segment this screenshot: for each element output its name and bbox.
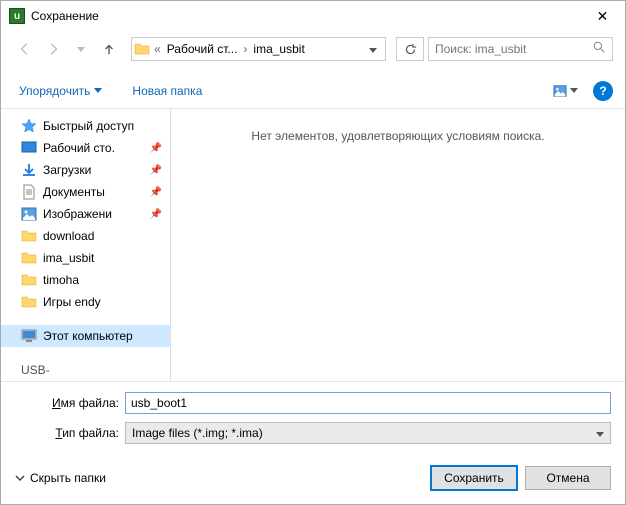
filename-row: Имя файла: [15, 392, 611, 414]
sidebar-quick-access[interactable]: Быстрый доступ [1, 115, 170, 137]
star-icon [21, 118, 37, 134]
up-button[interactable] [97, 37, 121, 61]
sidebar-item-label: Загрузки [43, 163, 91, 177]
filetype-label: Тип файла: [15, 426, 119, 440]
sidebar-item-desktop[interactable]: Рабочий сто. 📌 [1, 137, 170, 159]
new-folder-button[interactable]: Новая папка [126, 80, 208, 102]
organize-button[interactable]: Упорядочить [13, 80, 108, 102]
pin-icon: 📌 [150, 165, 162, 176]
sidebar-item-pictures[interactable]: Изображени 📌 [1, 203, 170, 225]
quick-access-label: Быстрый доступ [43, 119, 134, 133]
pin-icon: 📌 [150, 209, 162, 220]
sidebar-item-timoha[interactable]: timoha [1, 269, 170, 291]
folder-icon [21, 294, 37, 310]
sidebar-item-label: timoha [43, 273, 79, 287]
sidebar-item-label: ima_usbit [43, 251, 94, 265]
view-options-button[interactable] [548, 81, 583, 101]
desktop-icon [21, 140, 37, 156]
back-button[interactable] [13, 37, 37, 61]
sidebar-item-download[interactable]: download [1, 225, 170, 247]
hide-folders-button[interactable]: Скрыть папки [15, 471, 106, 485]
file-list-area: Нет элементов, удовлетворяющих условиям … [171, 109, 625, 381]
address-bar[interactable]: « Рабочий ст... › ima_usbit [131, 37, 386, 61]
search-input[interactable] [435, 42, 593, 56]
downloads-icon [21, 162, 37, 178]
main-area: Быстрый доступ Рабочий сто. 📌 Загрузки 📌… [1, 109, 625, 381]
close-button[interactable]: ✕ [580, 1, 625, 31]
sidebar-item-ima-usbit[interactable]: ima_usbit [1, 247, 170, 269]
breadcrumb-2[interactable]: ima_usbit [251, 42, 306, 56]
titlebar: u Сохранение ✕ [1, 1, 625, 31]
crumb-sep-icon: › [241, 42, 249, 56]
chevron-down-icon [570, 88, 578, 93]
usb-label: USB- [21, 363, 50, 377]
pin-icon: 📌 [150, 187, 162, 198]
sidebar-item-label: Изображени [43, 207, 112, 221]
breadcrumb-1[interactable]: Рабочий ст... [165, 42, 240, 56]
sidebar-item-games-endy[interactable]: Игры endy [1, 291, 170, 313]
folder-icon [21, 250, 37, 266]
address-dropdown-icon[interactable] [363, 42, 383, 56]
filetype-value: Image files (*.img; *.ima) [132, 426, 263, 440]
app-icon: u [9, 8, 25, 24]
window-title: Сохранение [31, 9, 580, 23]
folder-icon [21, 228, 37, 244]
pictures-icon [21, 206, 37, 222]
help-button[interactable]: ? [593, 81, 613, 101]
empty-message: Нет элементов, удовлетворяющих условиям … [251, 129, 544, 143]
chevron-down-icon [596, 426, 604, 440]
footer: Скрыть папки Сохранить Отмена [1, 456, 625, 504]
sidebar-item-label: download [43, 229, 94, 243]
new-folder-label: Новая папка [132, 84, 202, 98]
documents-icon [21, 184, 37, 200]
filetype-combo[interactable]: Image files (*.img; *.ima) [125, 422, 611, 444]
hide-folders-label: Скрыть папки [30, 471, 106, 485]
chevron-down-icon [15, 473, 25, 483]
navbar: « Рабочий ст... › ima_usbit [1, 31, 625, 67]
this-pc-label: Этот компьютер [43, 329, 133, 343]
sidebar-item-label: Рабочий сто. [43, 141, 115, 155]
filename-input[interactable] [125, 392, 611, 414]
filename-label: Имя файла: [15, 396, 119, 410]
forward-button[interactable] [41, 37, 65, 61]
cancel-button[interactable]: Отмена [525, 466, 611, 490]
filetype-row: Тип файла: Image files (*.img; *.ima) [15, 422, 611, 444]
sidebar-usb[interactable]: USB- [1, 359, 170, 381]
folder-icon [21, 272, 37, 288]
picture-icon [553, 84, 567, 98]
sidebar-item-label: Игры endy [43, 295, 101, 309]
pin-icon: 📌 [150, 143, 162, 154]
sidebar-this-pc[interactable]: Этот компьютер [1, 325, 170, 347]
search-icon [593, 41, 606, 57]
refresh-button[interactable] [396, 37, 424, 61]
toolbar: Упорядочить Новая папка ? [1, 73, 625, 109]
sidebar-item-documents[interactable]: Документы 📌 [1, 181, 170, 203]
folder-icon [134, 41, 150, 57]
crumb-ellipsis: « [152, 42, 163, 56]
bottom-panel: Имя файла: Тип файла: Image files (*.img… [1, 381, 625, 456]
save-button[interactable]: Сохранить [431, 466, 517, 490]
chevron-down-icon [94, 88, 102, 93]
organize-label: Упорядочить [19, 84, 90, 98]
sidebar-item-label: Документы [43, 185, 105, 199]
sidebar-item-downloads[interactable]: Загрузки 📌 [1, 159, 170, 181]
recent-dropdown[interactable] [69, 37, 93, 61]
sidebar: Быстрый доступ Рабочий сто. 📌 Загрузки 📌… [1, 109, 171, 381]
pc-icon [21, 328, 37, 344]
search-box[interactable] [428, 37, 613, 61]
